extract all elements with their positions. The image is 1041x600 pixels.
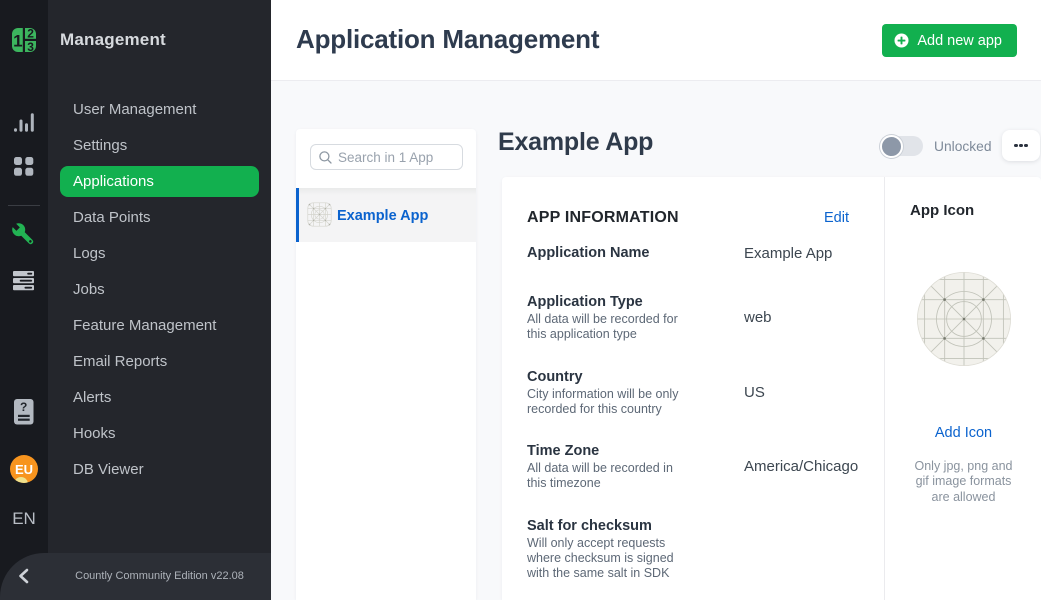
svg-text:2: 2 bbox=[27, 28, 34, 41]
svg-text:1: 1 bbox=[13, 31, 22, 50]
svg-text:?: ? bbox=[20, 400, 27, 414]
svg-text:3: 3 bbox=[27, 40, 34, 52]
svg-text:EU: EU bbox=[15, 462, 33, 477]
